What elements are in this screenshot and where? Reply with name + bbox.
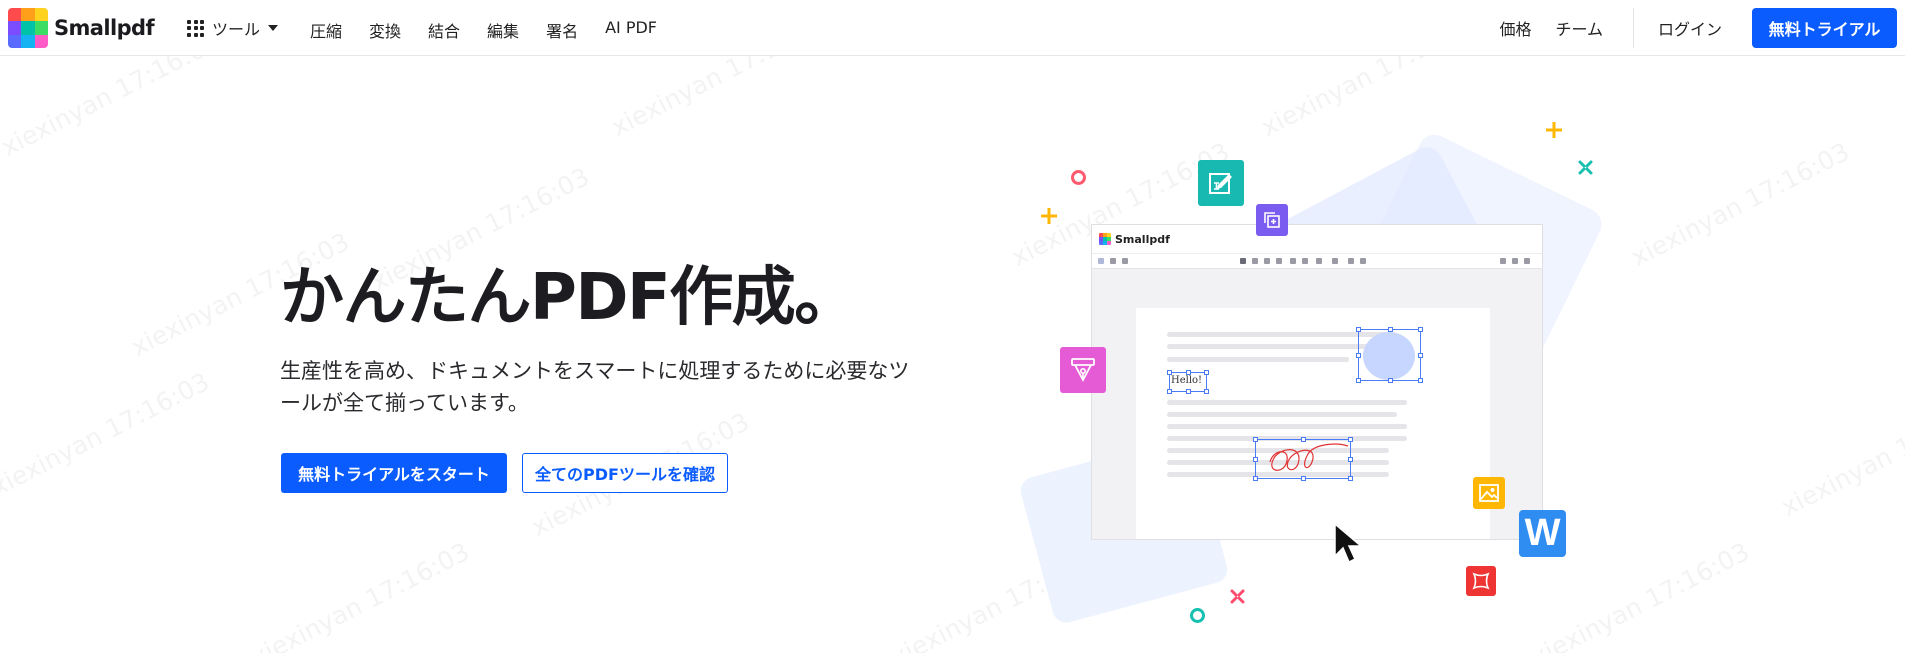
toolbar-icon [1348,258,1354,264]
smallpdf-logo[interactable]: Smallpdf [8,8,155,48]
toolbar-icon [1276,258,1282,264]
logo-text: Smallpdf [54,16,155,40]
editor-app-name: Smallpdf [1115,232,1170,246]
text-line [1167,400,1407,405]
toolbar-icon [1360,258,1366,264]
hero-illustration: Smallpdf Hello! W [1000,100,1640,653]
header-actions: 価格 チーム ログイン 無料トライアル [1499,0,1905,56]
editor-titlebar: Smallpdf [1092,225,1542,253]
text-line [1167,424,1407,429]
site-header: Smallpdf ツール 圧縮 変換 結合 編集 署名 AI PDF 価格 チー… [0,0,1905,56]
document-page: Hello! [1136,308,1490,539]
hero-description: 生産性を高め、ドキュメントをスマートに処理するために必要なツールが全て揃っていま… [280,359,910,415]
nav-convert[interactable]: 変換 [369,18,401,42]
text-line [1167,412,1397,417]
grid-icon [187,19,204,37]
free-trial-button[interactable]: 無料トライアル [1752,8,1897,48]
view-all-tools-button[interactable]: 全てのPDFツールを確認 [522,453,728,493]
zoom-icon [1524,258,1530,264]
signature-selection [1253,437,1353,481]
nav-ai-pdf[interactable]: AI PDF [605,18,657,42]
image-icon [1473,477,1505,509]
logo-cell [34,34,48,48]
toolbar-icon [1316,258,1322,264]
login-link[interactable]: ログイン [1658,16,1722,40]
confetti-ring [1190,608,1205,623]
nav-edit[interactable]: 編集 [487,18,519,42]
redo-icon [1512,258,1518,264]
team-link[interactable]: チーム [1555,16,1603,40]
watermark: xiexinyan 17:16:03 [246,536,474,653]
logo-cell [8,21,22,35]
confetti-plus [1546,122,1562,138]
toolbar-icon [1252,258,1258,264]
editor-toolbar [1092,253,1542,269]
smallpdf-logo-icon [8,8,48,48]
logo-cell [21,34,35,48]
confetti-cross [1578,160,1593,175]
toolbar-icon [1110,258,1116,264]
logo-cell [21,21,35,35]
watermark: xiexinyan 17:16:03 [1776,386,1905,523]
shape-icon [1466,566,1496,596]
header-divider [1632,8,1634,48]
toolbar-icon [1302,258,1308,264]
nav-sign[interactable]: 署名 [546,18,578,42]
watermark: xiexinyan 17:16:03 [1626,136,1854,273]
selection-box [1356,327,1423,383]
confetti-plus [1041,208,1057,224]
toolbar-icon [1240,258,1246,264]
tools-menu-button[interactable]: ツール [187,16,279,40]
logo-cell [34,21,48,35]
logo-cell [1107,241,1111,245]
copy-pages-icon [1256,204,1288,236]
logo-cell [34,8,48,22]
main-nav: 圧縮 変換 結合 編集 署名 AI PDF [310,18,684,42]
nav-compress[interactable]: 圧縮 [310,18,342,42]
watermark: xiexinyan 17:16:03 [0,366,214,503]
logo-cell [21,8,35,22]
text-line [1167,357,1349,362]
confetti-cross [1230,589,1245,604]
toolbar-icon [1264,258,1270,264]
logo-cell [8,34,22,48]
tools-menu-label: ツール [212,20,261,39]
sign-pen-icon [1060,347,1106,393]
smallpdf-logo-icon [1099,233,1111,245]
nav-merge[interactable]: 結合 [428,18,460,42]
hero-title: かんたんPDF作成。 [280,261,858,335]
word-doc-icon: W [1519,510,1566,557]
text-box: Hello! [1171,375,1203,386]
toolbar-icon [1098,258,1104,264]
chevron-down-icon [268,25,279,31]
text-box-selection: Hello! [1167,370,1209,394]
toolbar-icon [1122,258,1128,264]
edit-pdf-icon [1198,160,1244,206]
logo-cell [8,8,22,22]
pricing-link[interactable]: 価格 [1499,16,1531,40]
undo-icon [1500,258,1506,264]
start-free-trial-button[interactable]: 無料トライアルをスタート [281,453,507,493]
signature-drawing [1269,443,1349,471]
toolbar-icon [1332,258,1338,264]
confetti-ring [1071,170,1086,185]
toolbar-icon [1290,258,1296,264]
cursor-icon [1334,522,1364,564]
